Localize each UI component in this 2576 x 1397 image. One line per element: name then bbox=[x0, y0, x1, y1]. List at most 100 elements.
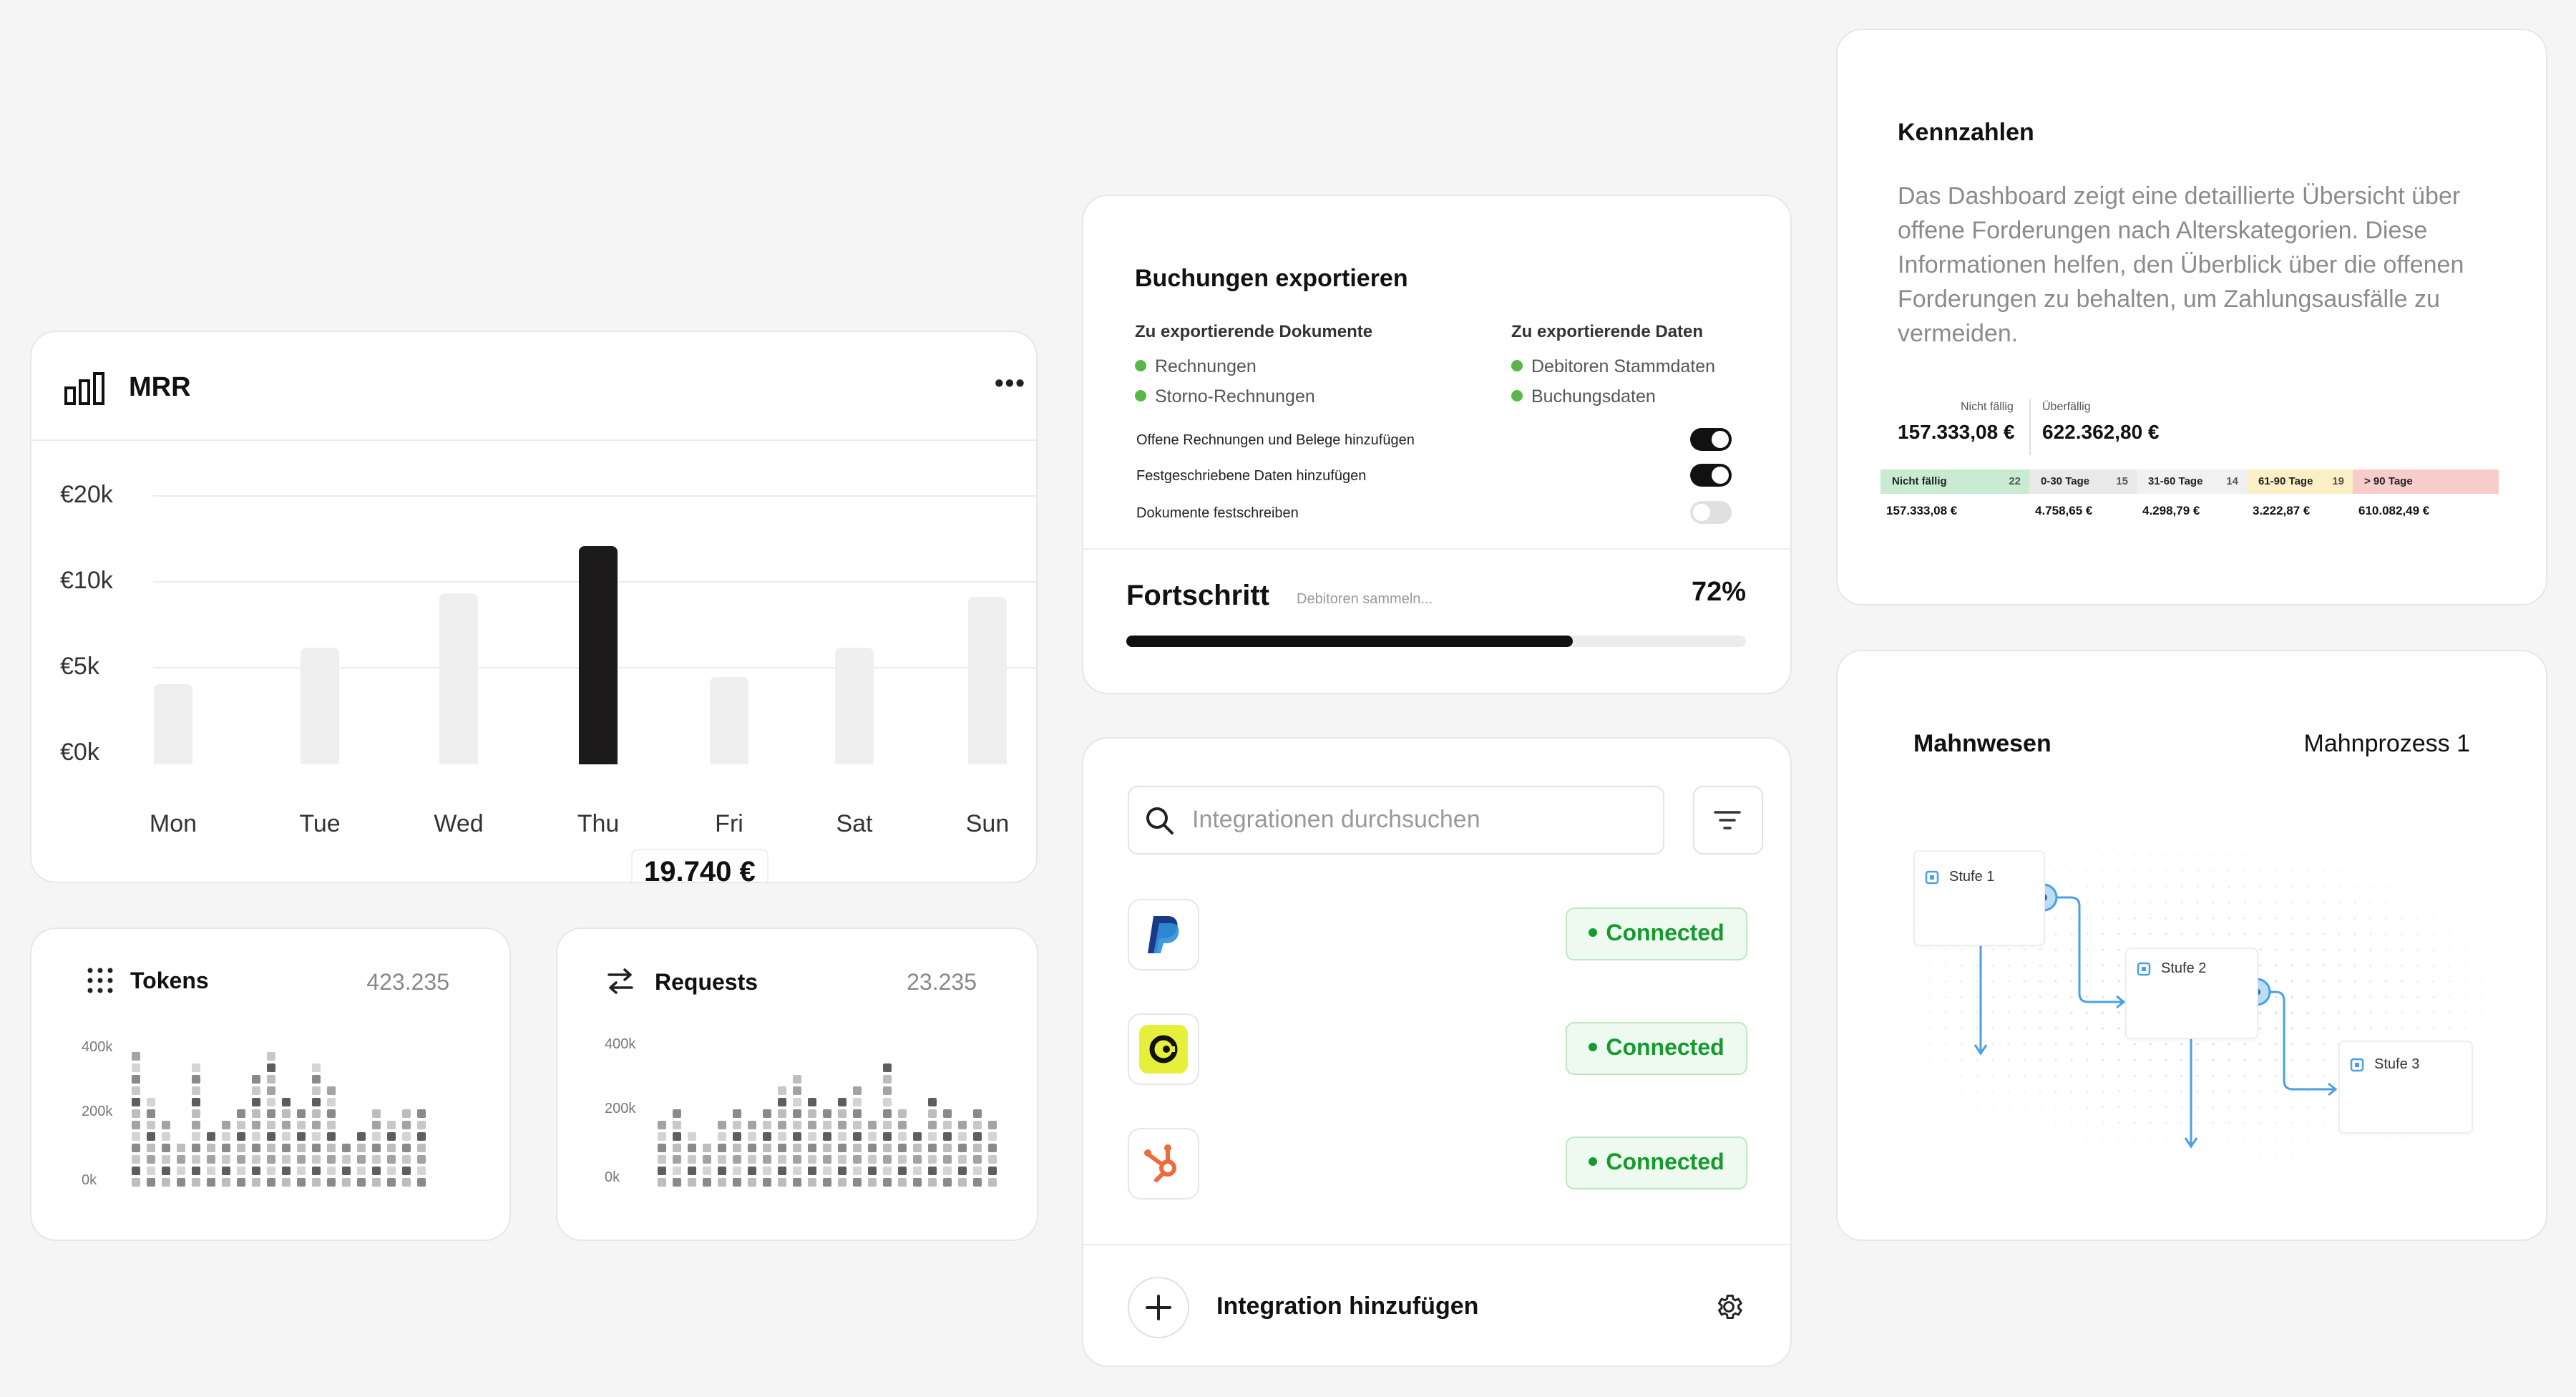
chart-cell bbox=[778, 1121, 786, 1129]
chart-cell bbox=[808, 1167, 816, 1175]
toggle-festgeschriebene[interactable] bbox=[1690, 464, 1732, 487]
mrr-bar-tue[interactable] bbox=[301, 648, 339, 764]
chart-cell bbox=[658, 1167, 666, 1175]
chart-cell bbox=[673, 1121, 681, 1129]
chart-cell bbox=[838, 1121, 847, 1129]
chart-cell bbox=[898, 1109, 907, 1118]
integration-hubspot[interactable] bbox=[1128, 1128, 1199, 1199]
aging-count: 19 bbox=[2332, 475, 2344, 487]
paypal-icon bbox=[1148, 916, 1179, 953]
stage-icon bbox=[2350, 1058, 2364, 1072]
requests-title: Requests bbox=[655, 969, 758, 995]
chart-cell bbox=[192, 1098, 200, 1106]
add-integration-label[interactable]: Integration hinzufügen bbox=[1216, 1293, 1478, 1320]
chart-cell bbox=[823, 1144, 831, 1152]
chart-cell bbox=[943, 1132, 952, 1141]
chart-cell bbox=[988, 1167, 997, 1175]
option-festschreiben: Dokumente festschreiben bbox=[1136, 505, 1299, 521]
gear-icon[interactable] bbox=[1713, 1291, 1745, 1323]
toggle-festschreiben[interactable] bbox=[1690, 501, 1732, 524]
more-options-icon[interactable]: ••• bbox=[995, 368, 1026, 398]
chart-cell bbox=[898, 1167, 907, 1175]
chart-cell bbox=[282, 1144, 291, 1152]
aging-bucket: 61-90 Tage 19 bbox=[2247, 469, 2353, 494]
chart-cell bbox=[417, 1121, 426, 1129]
chart-cell bbox=[898, 1155, 907, 1164]
swap-arrows-icon bbox=[608, 968, 633, 994]
mrr-bar-thu[interactable] bbox=[579, 546, 618, 764]
chart-cell bbox=[778, 1178, 786, 1187]
chart-cell bbox=[913, 1132, 922, 1141]
progress-fill bbox=[1126, 636, 1573, 647]
chart-cell bbox=[132, 1144, 140, 1152]
chart-cell bbox=[252, 1167, 260, 1175]
export-title: Buchungen exportieren bbox=[1135, 265, 1408, 292]
stage-node-3[interactable]: Stufe 3 bbox=[2338, 1041, 2473, 1134]
chart-cell bbox=[703, 1155, 711, 1164]
mrr-bar-fri[interactable] bbox=[710, 677, 748, 764]
divider bbox=[1083, 1244, 1790, 1245]
chart-cell bbox=[402, 1178, 411, 1187]
green-logo-icon bbox=[1149, 1035, 1178, 1063]
stage-node-2[interactable]: Stufe 2 bbox=[2125, 948, 2258, 1039]
filter-button[interactable] bbox=[1693, 786, 1763, 855]
chart-cell bbox=[252, 1086, 260, 1095]
aging-label: > 90 Tage bbox=[2364, 475, 2413, 487]
chart-cell bbox=[973, 1144, 982, 1152]
mrr-bar-sun[interactable] bbox=[968, 597, 1007, 764]
chart-cell bbox=[808, 1098, 816, 1106]
data-item-debitoren: Debitoren Stammdaten bbox=[1511, 356, 1715, 377]
chart-cell bbox=[718, 1167, 726, 1175]
integration-green[interactable] bbox=[1128, 1013, 1199, 1085]
toggle-offene-rechnungen[interactable] bbox=[1690, 428, 1732, 451]
chart-cell bbox=[192, 1109, 200, 1118]
chart-cell bbox=[147, 1121, 155, 1129]
chart-cell bbox=[973, 1167, 982, 1175]
chart-cell bbox=[793, 1075, 801, 1084]
chart-cell bbox=[733, 1132, 741, 1141]
kennzahlen-title: Kennzahlen bbox=[1898, 119, 2034, 146]
chart-cell bbox=[357, 1144, 366, 1152]
mrr-tooltip: 19.740 € bbox=[631, 849, 769, 882]
chart-cell bbox=[297, 1178, 306, 1187]
integration-paypal[interactable] bbox=[1128, 899, 1199, 970]
chart-cell bbox=[237, 1132, 245, 1141]
chart-cell bbox=[898, 1132, 907, 1141]
hubspot-icon bbox=[1144, 1144, 1176, 1182]
chart-cell bbox=[147, 1132, 155, 1141]
data-item-label: Debitoren Stammdaten bbox=[1531, 356, 1716, 376]
chart-cell bbox=[267, 1132, 275, 1141]
chart-cell bbox=[327, 1178, 336, 1187]
mrr-ytick: €5k bbox=[60, 653, 99, 680]
aging-label: 61-90 Tage bbox=[2258, 475, 2313, 487]
chart-cell bbox=[387, 1155, 396, 1164]
chart-cell bbox=[988, 1144, 997, 1152]
chart-cell bbox=[312, 1178, 321, 1187]
chart-cell bbox=[237, 1144, 245, 1152]
stage-node-1[interactable]: Stufe 1 bbox=[1913, 850, 2045, 946]
requests-tick-400k: 400k bbox=[605, 1036, 636, 1052]
add-integration-button[interactable] bbox=[1128, 1277, 1189, 1338]
chart-cell bbox=[372, 1121, 381, 1129]
chart-cell bbox=[222, 1178, 230, 1187]
mrr-bar-mon[interactable] bbox=[154, 684, 192, 764]
chart-cell bbox=[267, 1167, 275, 1175]
chart-cell bbox=[192, 1121, 200, 1129]
aging-value: 610.082,49 € bbox=[2358, 504, 2430, 517]
chart-cell bbox=[147, 1155, 155, 1164]
chart-cell bbox=[297, 1121, 306, 1129]
chart-cell bbox=[312, 1075, 321, 1084]
chart-cell bbox=[793, 1167, 801, 1175]
chart-cell bbox=[312, 1109, 321, 1118]
integration-search[interactable]: Integrationen durchsuchen bbox=[1128, 786, 1664, 855]
chart-cell bbox=[868, 1144, 877, 1152]
mrr-bar-wed[interactable] bbox=[439, 593, 478, 764]
chart-cell bbox=[808, 1109, 816, 1118]
chart-cell bbox=[327, 1121, 336, 1129]
aging-bucket: > 90 Tage bbox=[2353, 469, 2499, 494]
chart-cell bbox=[267, 1075, 275, 1084]
chart-cell bbox=[267, 1098, 275, 1106]
mrr-bar-sat[interactable] bbox=[835, 648, 874, 764]
chart-cell bbox=[207, 1155, 215, 1164]
chart-cell bbox=[733, 1178, 741, 1187]
